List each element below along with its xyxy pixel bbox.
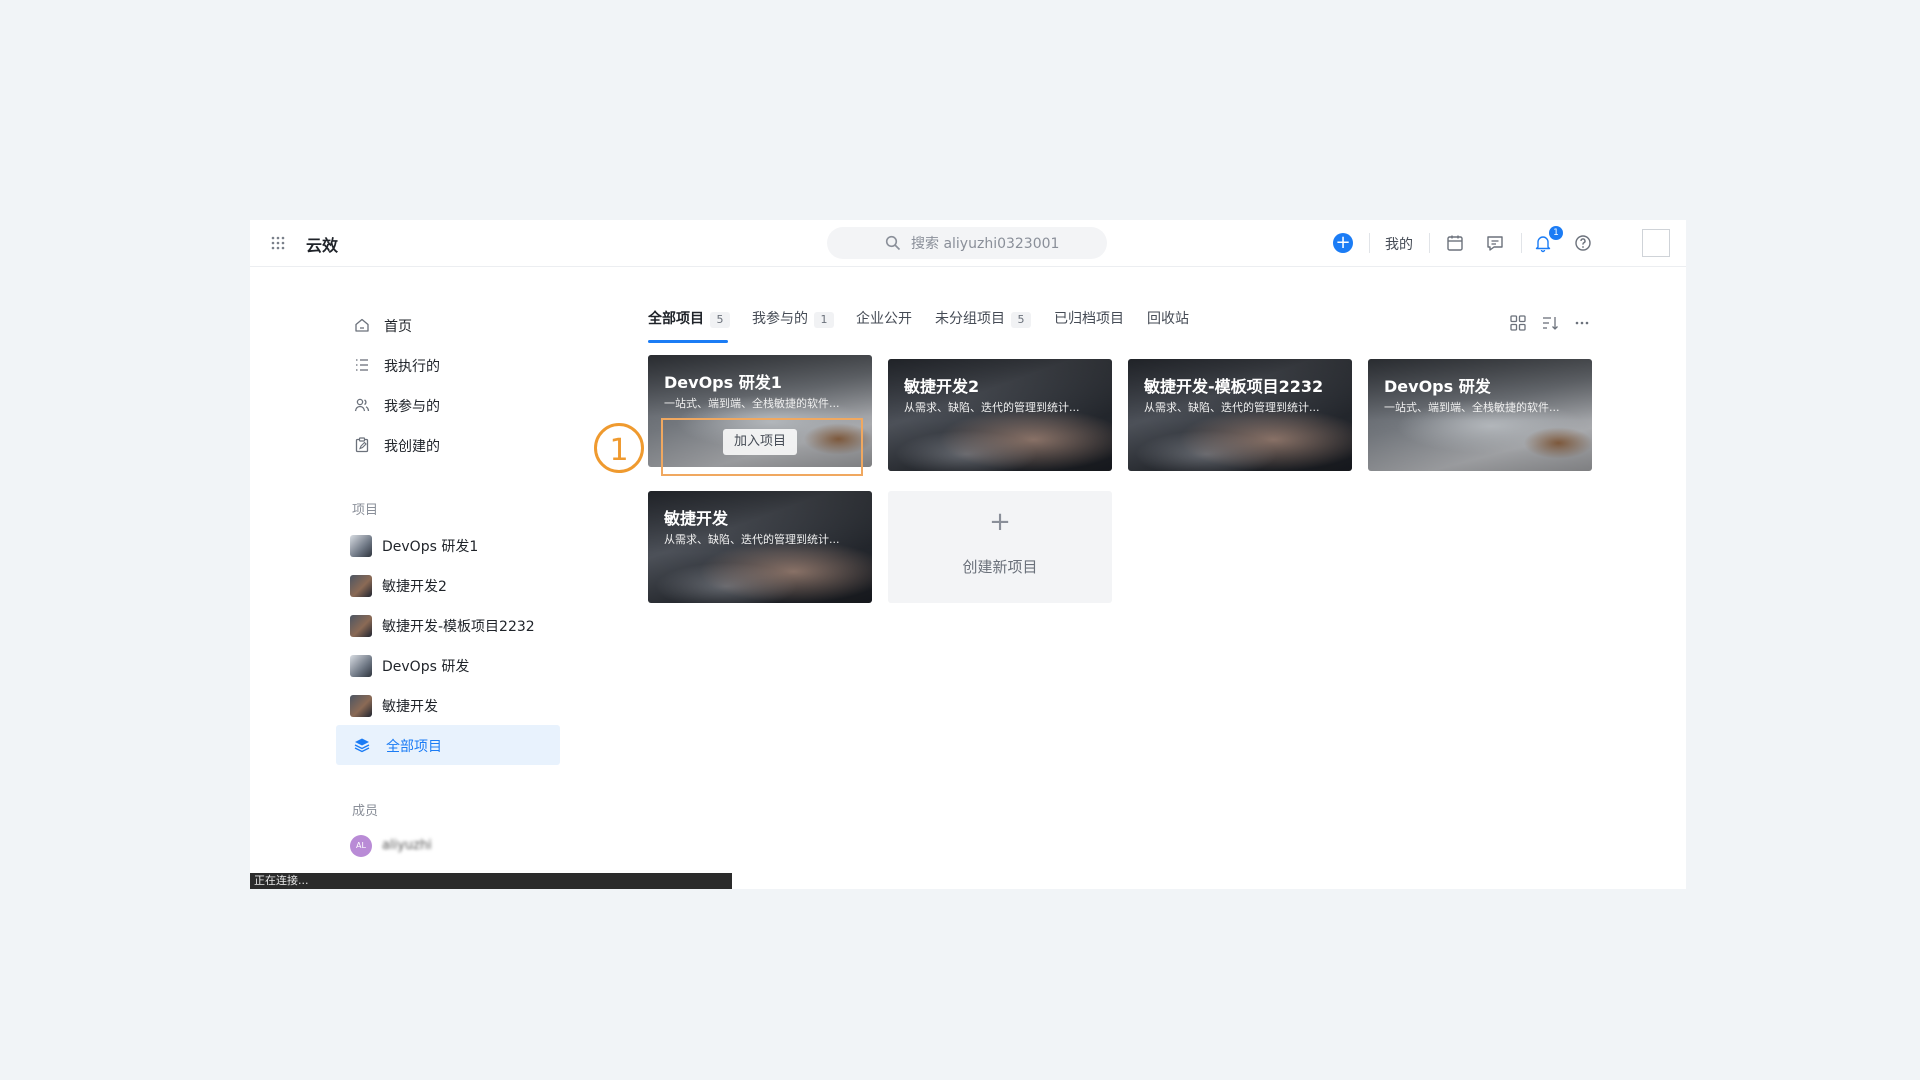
sidebar-project-devops1[interactable]: DevOps 研发1 xyxy=(350,527,570,563)
project-card-agile2[interactable]: 敏捷开发2 从需求、缺陷、迭代的管理到统计... xyxy=(888,359,1112,471)
card-title: DevOps 研发 xyxy=(1384,377,1491,396)
project-label: DevOps 研发1 xyxy=(382,539,479,555)
calendar-icon[interactable] xyxy=(1445,233,1465,253)
tab-ungrouped[interactable]: 未分组项目 5 xyxy=(935,308,1031,348)
nav-created[interactable]: 我创建的 xyxy=(354,427,574,463)
card-description: 从需求、缺陷、迭代的管理到统计... xyxy=(904,401,1080,414)
tab-label: 全部项目 xyxy=(648,311,704,327)
clipboard-edit-icon xyxy=(355,437,369,453)
nav-label: 我创建的 xyxy=(384,439,440,455)
nav-executed[interactable]: 我执行的 xyxy=(354,347,574,383)
card-title: 敏捷开发 xyxy=(664,509,729,528)
project-thumbnail xyxy=(350,655,372,677)
message-icon[interactable] xyxy=(1485,233,1505,253)
active-tab-indicator xyxy=(648,340,728,343)
sidebar-project-agile-template[interactable]: 敏捷开发-模板项目2232 xyxy=(350,607,570,643)
project-thumbnail xyxy=(350,575,372,597)
create-project-label: 创建新项目 xyxy=(962,558,1038,576)
tab-label: 企业公开 xyxy=(856,311,912,327)
nav-home[interactable]: 首页 xyxy=(354,307,574,343)
project-thumbnail xyxy=(350,535,372,557)
card-description: 从需求、缺陷、迭代的管理到统计... xyxy=(1144,401,1320,414)
app-grid-icon[interactable] xyxy=(270,235,286,251)
nav-label: 首页 xyxy=(384,319,412,335)
sort-icon[interactable] xyxy=(1541,314,1559,332)
layers-icon xyxy=(354,738,370,753)
card-description: 从需求、缺陷、迭代的管理到统计... xyxy=(664,533,840,546)
project-label: 敏捷开发-模板项目2232 xyxy=(382,619,535,635)
notification-badge: 1 xyxy=(1549,226,1563,240)
project-card-devops[interactable]: DevOps 研发 一站式、端到端、全栈敏捷的软件... xyxy=(1368,359,1592,471)
tab-label: 我参与的 xyxy=(752,311,808,327)
home-icon xyxy=(355,318,369,332)
members-section-title: 成员 xyxy=(352,804,379,819)
card-description: 一站式、端到端、全栈敏捷的软件... xyxy=(664,397,840,410)
tab-label: 已归档项目 xyxy=(1054,311,1124,327)
project-label: DevOps 研发 xyxy=(382,659,470,675)
create-project-card[interactable]: + 创建新项目 xyxy=(888,491,1112,603)
tab-count: 5 xyxy=(1011,312,1031,328)
member-name: aliyuzhi xyxy=(382,838,432,853)
divider xyxy=(1429,233,1430,253)
divider xyxy=(1521,233,1522,253)
project-card-agile[interactable]: 敏捷开发 从需求、缺陷、迭代的管理到统计... xyxy=(648,491,872,603)
nav-label: 我参与的 xyxy=(384,399,440,415)
nav-label: 我执行的 xyxy=(384,359,440,375)
connection-status-bar: 正在连接... xyxy=(250,873,732,889)
grid-view-icon[interactable] xyxy=(1509,314,1527,332)
project-thumbnail xyxy=(350,615,372,637)
user-avatar[interactable] xyxy=(1642,229,1670,257)
project-label: 敏捷开发2 xyxy=(382,579,447,595)
projects-section-title: 项目 xyxy=(352,503,379,518)
tab-recycle-bin[interactable]: 回收站 xyxy=(1147,308,1189,348)
project-card-agile-template[interactable]: 敏捷开发-模板项目2232 从需求、缺陷、迭代的管理到统计... xyxy=(1128,359,1352,471)
sidebar-item-all-projects[interactable]: 全部项目 xyxy=(336,725,560,765)
search-icon xyxy=(885,235,901,251)
search-input[interactable] xyxy=(909,233,1093,255)
my-menu-link[interactable]: 我的 xyxy=(1385,234,1413,254)
help-icon[interactable] xyxy=(1573,233,1593,253)
card-title: 敏捷开发2 xyxy=(904,377,980,396)
plus-icon: + xyxy=(989,507,1011,537)
create-plus-button[interactable]: + xyxy=(1333,233,1353,253)
nav-participated[interactable]: 我参与的 xyxy=(354,387,574,423)
project-thumbnail xyxy=(350,695,372,717)
nav-label: 全部项目 xyxy=(386,739,442,755)
tab-count: 1 xyxy=(814,312,834,328)
annotation-step-marker: 1 xyxy=(594,423,644,473)
tab-label: 回收站 xyxy=(1147,311,1189,327)
search-box[interactable] xyxy=(827,227,1107,259)
card-title: DevOps 研发1 xyxy=(664,373,782,392)
tab-count: 5 xyxy=(710,312,730,328)
tab-enterprise-public[interactable]: 企业公开 xyxy=(856,308,912,348)
top-bar: 云效 + 我的 1 xyxy=(250,220,1686,267)
project-label: 敏捷开发 xyxy=(382,699,438,715)
sidebar-project-devops[interactable]: DevOps 研发 xyxy=(350,647,570,683)
brand-name[interactable]: 云效 xyxy=(306,232,338,256)
tab-label: 未分组项目 xyxy=(935,311,1005,327)
annotation-highlight-box xyxy=(661,418,863,476)
tab-archived[interactable]: 已归档项目 xyxy=(1054,308,1124,348)
tab-participated[interactable]: 我参与的 1 xyxy=(752,308,834,348)
sidebar-project-agile2[interactable]: 敏捷开发2 xyxy=(350,567,570,603)
more-icon[interactable] xyxy=(1573,314,1591,332)
people-icon xyxy=(354,398,370,412)
tab-all-projects[interactable]: 全部项目 5 xyxy=(648,308,730,348)
card-title: 敏捷开发-模板项目2232 xyxy=(1144,377,1324,396)
sidebar-project-agile[interactable]: 敏捷开发 xyxy=(350,687,570,723)
member-avatar: AL xyxy=(350,835,372,857)
divider xyxy=(1369,233,1370,253)
checklist-icon xyxy=(356,359,368,371)
card-description: 一站式、端到端、全栈敏捷的软件... xyxy=(1384,401,1560,414)
